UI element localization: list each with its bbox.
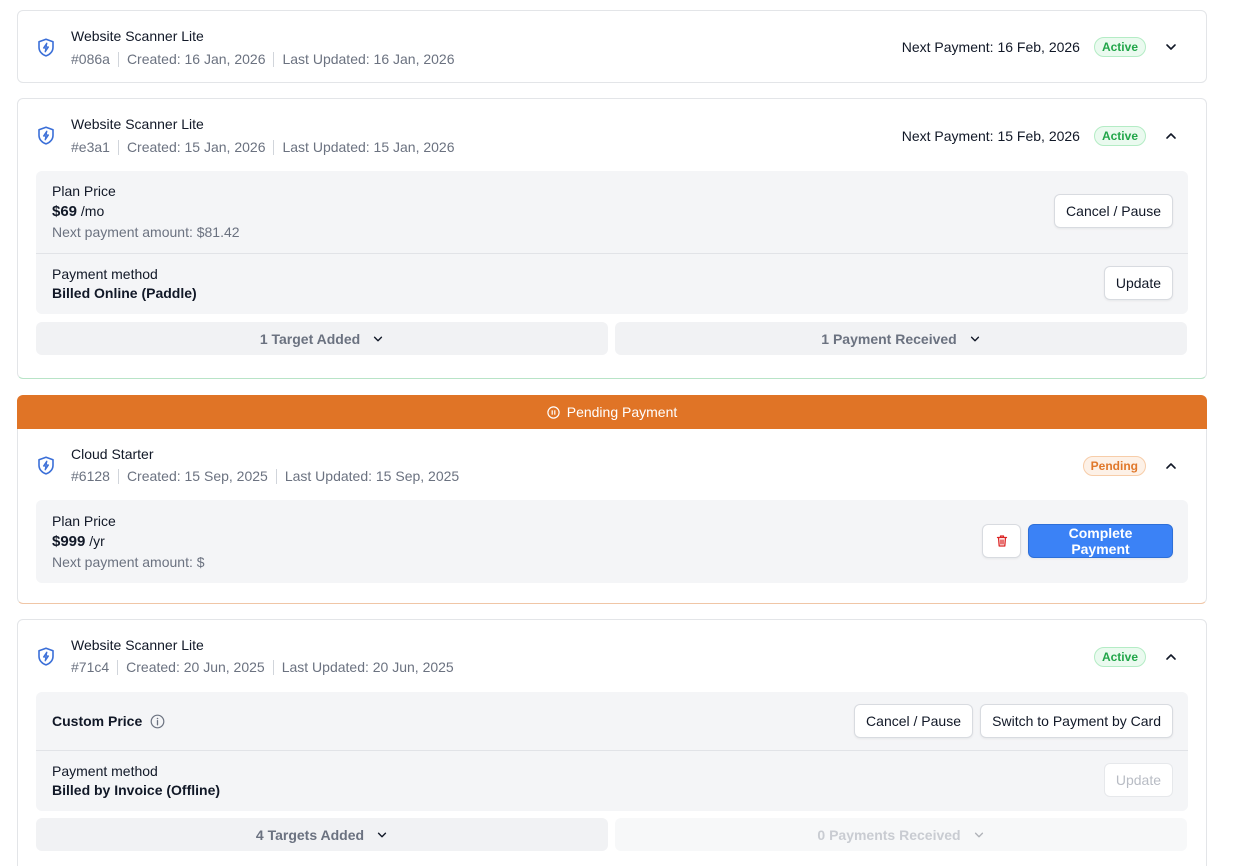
panel-divider [36,750,1188,751]
status-badge: Active [1093,647,1146,667]
targets-accordion[interactable]: 4 Targets Added [36,818,608,851]
info-icon[interactable] [150,714,165,729]
next-payment-date: Next Payment: 15 Feb, 2026 [901,128,1080,144]
payment-method-label: Payment method [52,266,158,282]
chevron-up-icon[interactable] [1164,459,1178,473]
shield-bolt-icon [37,456,55,475]
status-badge: Active [1093,126,1146,146]
created-date: Created: 20 Jun, 2025 [126,659,265,675]
subscription-id: #71c4 [71,659,110,675]
subscription-header[interactable]: Cloud Starter #6128 Created: 15 Sep, 202… [18,429,1206,501]
subscription-title: Website Scanner Lite [71,637,204,653]
shield-bolt-icon [37,647,55,666]
cancel-pause-button[interactable]: Cancel / Pause [854,704,973,738]
chevron-down-icon [973,829,985,841]
next-payment-amount: Next payment amount: $81.42 [52,224,240,240]
chevron-down-icon [969,333,981,345]
next-payment-date: Next Payment: 16 Feb, 2026 [901,39,1080,55]
chevron-down-icon[interactable] [1164,40,1178,54]
meta-divider [117,468,119,484]
subscription-card: Website Scanner Lite #086a Created: 16 J… [17,10,1207,83]
chevron-down-icon [372,333,384,345]
price-unit: /yr [89,533,105,549]
chevron-up-icon[interactable] [1164,650,1178,664]
price-unit: /mo [80,203,105,219]
switch-to-card-button[interactable]: Switch to Payment by Card [980,704,1173,738]
pause-circle-icon [547,405,560,419]
update-payment-button[interactable]: Update [1103,763,1173,797]
subscription-meta: #6128 Created: 15 Sep, 2025 Last Updated… [71,468,459,484]
payments-count: 0 Payments Received [817,826,961,843]
subscription-meta: #71c4 Created: 20 Jun, 2025 Last Updated… [71,659,454,675]
updated-date: Last Updated: 15 Sep, 2025 [284,468,460,484]
panel-divider [36,253,1188,254]
chevron-down-icon [376,829,388,841]
price-amount: $999 [52,533,86,550]
subscription-header[interactable]: Website Scanner Lite #e3a1 Created: 15 J… [18,99,1206,171]
plan-price-label: Plan Price [52,513,116,529]
shield-bolt-icon [37,38,55,57]
targets-count: 4 Targets Added [255,826,365,843]
chevron-up-icon[interactable] [1164,129,1178,143]
meta-divider [272,659,274,675]
meta-divider [273,139,275,155]
created-date: Created: 15 Jan, 2026 [126,139,266,155]
subscription-card: Cloud Starter #6128 Created: 15 Sep, 202… [17,429,1207,604]
trash-icon [996,535,1007,547]
plan-details-panel: Plan Price $69 /mo Next payment amount: … [36,171,1188,314]
updated-date: Last Updated: 16 Jan, 2026 [282,51,455,67]
updated-date: Last Updated: 20 Jun, 2025 [281,659,454,675]
created-date: Created: 16 Jan, 2026 [126,51,266,67]
payments-count: 1 Payment Received [821,330,957,347]
meta-divider [117,659,119,675]
custom-price-label: Custom Price [52,713,143,729]
next-payment-amount: Next payment amount: $ [52,554,205,570]
cancel-pause-button[interactable]: Cancel / Pause [1054,194,1173,228]
meta-divider [117,51,119,67]
subscription-header[interactable]: Website Scanner Lite #71c4 Created: 20 J… [18,620,1206,692]
plan-price-label: Plan Price [52,183,116,199]
payment-method-label: Payment method [52,763,158,779]
status-badge: Active [1093,37,1146,57]
plan-details-panel: Plan Price $999 /yr Next payment amount:… [36,500,1188,583]
created-date: Created: 15 Sep, 2025 [126,468,268,484]
subscription-title: Website Scanner Lite [71,116,204,132]
subscription-title: Website Scanner Lite [71,28,204,44]
payments-accordion[interactable]: 0 Payments Received [615,818,1187,851]
subscription-meta: #086a Created: 16 Jan, 2026 Last Updated… [71,51,455,67]
subscription-id: #086a [71,51,110,67]
subscription-meta: #e3a1 Created: 15 Jan, 2026 Last Updated… [71,139,455,155]
plan-price-value: $69 /mo [52,203,104,220]
pending-payment-banner: Pending Payment [17,395,1207,429]
targets-accordion[interactable]: 1 Target Added [36,322,608,355]
price-amount: $69 [52,203,78,220]
subscription-card: Website Scanner Lite #71c4 Created: 20 J… [17,619,1207,866]
complete-payment-button[interactable]: Complete Payment [1028,524,1173,558]
plan-price-value: $999 /yr [52,533,105,550]
targets-count: 1 Target Added [259,330,361,347]
shield-bolt-icon [37,126,55,145]
status-badge: Pending [1082,456,1146,476]
plan-details-panel: Custom Price Cancel / Pause Switch to Pa… [36,692,1188,811]
payment-method-value: Billed by Invoice (Offline) [52,782,221,798]
meta-divider [117,139,119,155]
subscription-card: Website Scanner Lite #e3a1 Created: 15 J… [17,98,1207,379]
delete-button[interactable] [982,524,1021,558]
meta-divider [275,468,277,484]
custom-price-row: Custom Price [52,713,165,729]
payment-method-value: Billed Online (Paddle) [52,285,197,301]
subscription-id: #6128 [71,468,110,484]
subscription-title: Cloud Starter [71,446,154,462]
subscription-id: #e3a1 [71,139,110,155]
updated-date: Last Updated: 15 Jan, 2026 [282,139,455,155]
update-payment-button[interactable]: Update [1103,266,1173,300]
meta-divider [273,51,275,67]
subscription-header[interactable]: Website Scanner Lite #086a Created: 16 J… [18,11,1206,83]
payments-accordion[interactable]: 1 Payment Received [615,322,1187,355]
pending-banner-text: Pending Payment [566,404,678,420]
